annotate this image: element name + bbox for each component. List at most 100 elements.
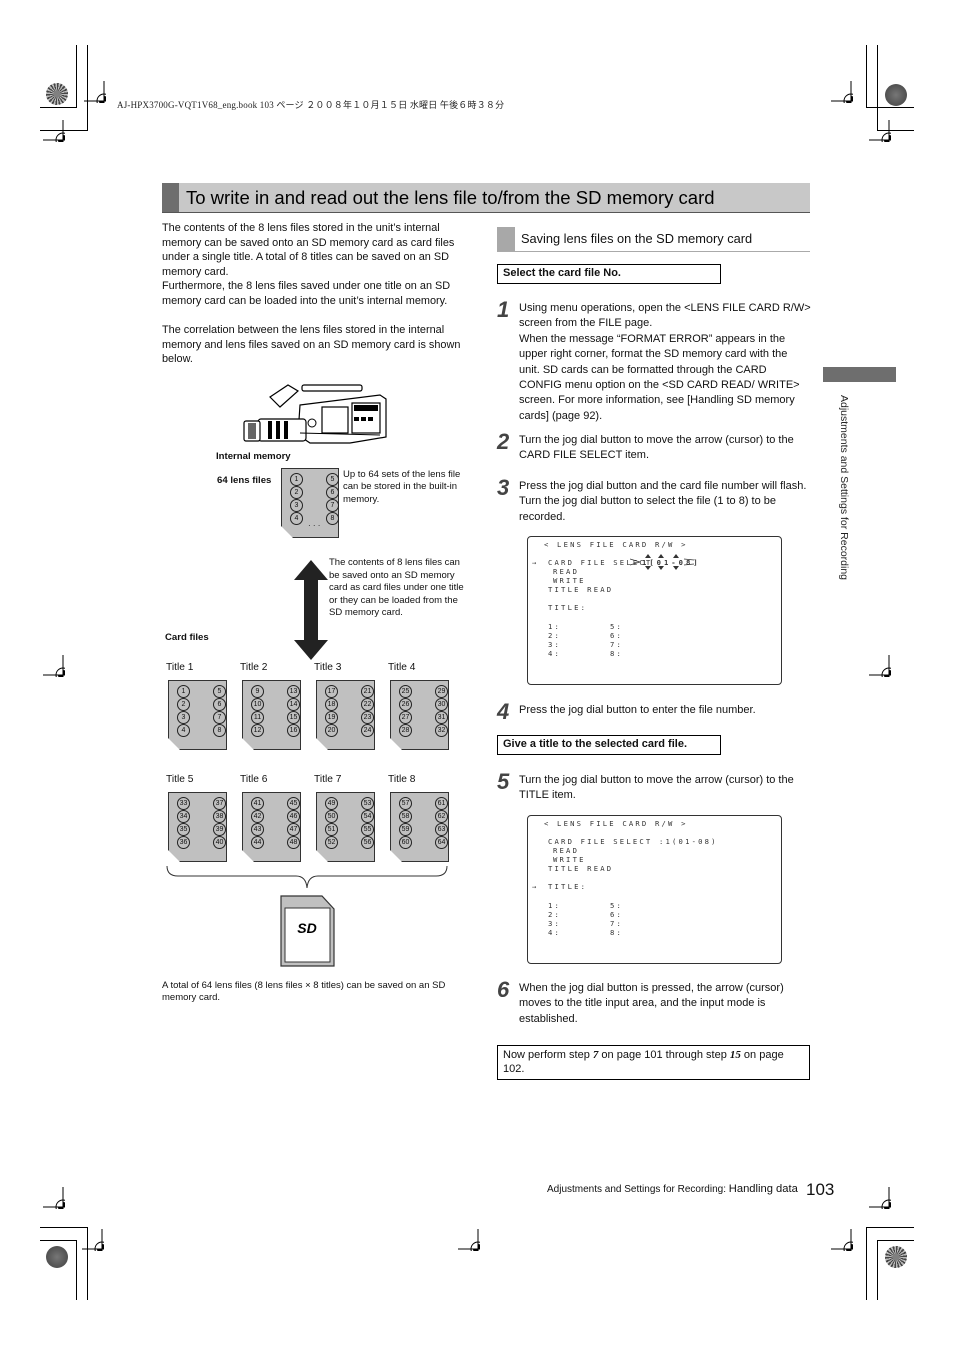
lens-file-number: 1 xyxy=(177,685,190,698)
lens-file-number: 37 xyxy=(213,797,226,810)
step-text: Using menu operations, open the <LENS FI… xyxy=(519,302,811,330)
title-slot: 3: xyxy=(548,640,562,649)
lens-file-number: 25 xyxy=(399,685,412,698)
lens-file-number: 56 xyxy=(361,836,374,849)
cursor-arrow-icon: → xyxy=(532,558,539,567)
intro-text: The contents of the 8 lens files stored … xyxy=(162,221,482,367)
title-label: Title 3 xyxy=(314,662,342,673)
flashing-indicator-icon xyxy=(630,554,694,570)
write-item: WRITE xyxy=(553,855,586,864)
lens-file-number: 54 xyxy=(361,810,374,823)
lens-file-number: 64 xyxy=(435,836,448,849)
title-accent xyxy=(162,183,179,212)
lens-file-number: 4 xyxy=(290,512,303,525)
footer-topic: Handling data xyxy=(728,1183,798,1195)
title-label: Title 4 xyxy=(388,662,416,673)
registration-mark-icon xyxy=(43,655,65,677)
crop-line xyxy=(866,1227,867,1300)
lens-file-number: 22 xyxy=(361,698,374,711)
page-fold xyxy=(316,738,328,750)
lens-file-number: 8 xyxy=(326,512,339,525)
page-fold xyxy=(390,850,402,862)
crop-line xyxy=(40,1240,77,1241)
title-sheet: 9 13 10 14 11 15 12 16 xyxy=(242,680,301,750)
step-number: 4 xyxy=(497,699,510,724)
step-text: Turn the jog dial button to move the arr… xyxy=(519,434,794,462)
step-1: 1 Using menu operations, open the <LENS … xyxy=(497,297,813,422)
lens-file-number: 3 xyxy=(290,499,303,512)
lens-file-number: 34 xyxy=(177,810,190,823)
title-item: TITLE: xyxy=(548,882,588,891)
lens-file-number: 29 xyxy=(435,685,448,698)
crop-line xyxy=(866,107,914,108)
lens-file-number: 49 xyxy=(325,797,338,810)
page-fold xyxy=(316,850,328,862)
title-slot: 8: xyxy=(610,928,624,937)
crop-line xyxy=(76,1240,77,1300)
step-number: 3 xyxy=(497,475,510,500)
lens-file-number: 11 xyxy=(251,711,264,724)
lens-file-number: 57 xyxy=(399,797,412,810)
lens-file-number: 2 xyxy=(177,698,190,711)
note-text: on page 101 through step xyxy=(598,1049,730,1061)
title-label: Title 5 xyxy=(166,774,194,785)
lens-file-number: 46 xyxy=(287,810,300,823)
title-label: Title 2 xyxy=(240,662,268,673)
title-file-grid: 57 61 58 62 59 63 60 64 xyxy=(399,797,461,849)
section-title: To write in and read out the lens file t… xyxy=(186,187,715,208)
title-slot: 6: xyxy=(610,910,624,919)
subsection-title: Saving lens files on the SD memory card xyxy=(521,231,753,246)
lens-file-number: 2 xyxy=(290,486,303,499)
page-fold xyxy=(390,738,402,750)
color-rosette-icon xyxy=(46,83,68,105)
lens-file-number: 60 xyxy=(399,836,412,849)
read-item: READ xyxy=(553,846,580,855)
lens-file-card-screen-2: < LENS FILE CARD R/W > CARD FILE SELECT … xyxy=(527,815,782,964)
internal-memory-sheet: 1 5 2 6 3 7 4 8 · · · xyxy=(281,468,339,538)
lens-file-number: 28 xyxy=(399,724,412,737)
lens-file-number: 36 xyxy=(177,836,190,849)
color-rosette-icon xyxy=(885,1246,907,1268)
lens-file-card-screen-1: < LENS FILE CARD R/W > → CARD FILE SELEC… xyxy=(527,536,782,685)
step-3: 3 Press the jog dial button and the card… xyxy=(497,475,813,527)
title-file-grid: 1 5 2 6 3 7 4 8 xyxy=(177,685,239,737)
instruction-box-select-file: Select the card file No. xyxy=(497,264,721,284)
step-6: 6 When the jog dial button is pressed, t… xyxy=(497,977,813,1029)
title-sheet: 49 53 50 54 51 55 52 56 xyxy=(316,792,375,862)
lens-file-number: 30 xyxy=(435,698,448,711)
continuation-note: Now perform step 7 on page 101 through s… xyxy=(497,1045,810,1080)
lens-file-number: 63 xyxy=(435,823,448,836)
registration-mark-icon xyxy=(84,81,106,103)
crop-line xyxy=(877,1240,914,1241)
color-rosette-icon xyxy=(46,1246,68,1268)
registration-mark-icon xyxy=(869,655,891,677)
lens-file-number: 40 xyxy=(213,836,226,849)
title-slot: 5: xyxy=(610,622,624,631)
title-slot: 5: xyxy=(610,901,624,910)
step-2: 2 Turn the jog dial button to move the a… xyxy=(497,429,813,465)
lens-file-number: 16 xyxy=(287,724,300,737)
double-arrow-icon xyxy=(294,560,328,660)
registration-mark-icon xyxy=(43,1187,65,1209)
chapter-tab-label: Adjustments and Settings for Recording xyxy=(838,395,850,581)
lens-file-number: 50 xyxy=(325,810,338,823)
camera-illustration xyxy=(243,384,387,444)
lens-file-number: 43 xyxy=(251,823,264,836)
write-item: WRITE xyxy=(553,576,586,585)
lens-file-number: 52 xyxy=(325,836,338,849)
title-item: TITLE: xyxy=(548,603,588,612)
section-title-bar: To write in and read out the lens file t… xyxy=(162,183,810,213)
step-text: Press the jog dial button to enter the f… xyxy=(519,704,756,716)
step-text: Press the jog dial button and the card f… xyxy=(519,480,807,523)
title-slot: 2: xyxy=(548,910,562,919)
lens-file-number: 1 xyxy=(290,473,303,486)
card-files-label: Card files xyxy=(165,632,209,643)
title-slot: 1: xyxy=(548,622,562,631)
lens-file-number: 27 xyxy=(399,711,412,724)
title-slot: 4: xyxy=(548,649,562,658)
registration-mark-icon xyxy=(869,120,891,142)
title-label: Title 8 xyxy=(388,774,416,785)
lens-file-number: 55 xyxy=(361,823,374,836)
cursor-arrow-icon: → xyxy=(532,882,539,891)
title-file-grid: 9 13 10 14 11 15 12 16 xyxy=(251,685,313,737)
